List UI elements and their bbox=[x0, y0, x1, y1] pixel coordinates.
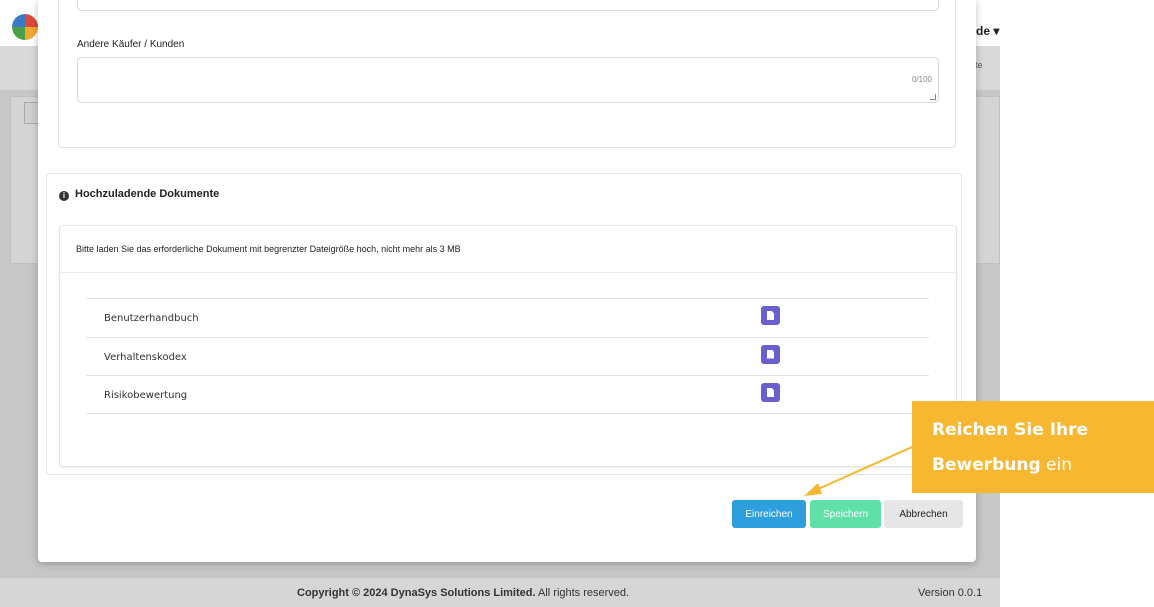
file-upload-icon[interactable] bbox=[761, 383, 780, 402]
callout-text: Reichen Sie Ihre Bewerbung ein bbox=[932, 413, 1142, 483]
form-panel: Andere Käufer / Kunden 0/100 bbox=[58, 0, 956, 148]
previous-field-input[interactable] bbox=[77, 0, 939, 11]
upload-info-text: Bitte laden Sie das erforderliche Dokume… bbox=[76, 244, 461, 254]
documents-section-title: i Hochzuladende Dokumente bbox=[59, 188, 219, 201]
divider bbox=[60, 272, 956, 273]
document-label: Verhaltenskodex bbox=[104, 351, 187, 363]
copyright-bold: Copyright © 2024 DynaSys Solutions Limit… bbox=[297, 587, 536, 599]
footer-copyright: Copyright © 2024 DynaSys Solutions Limit… bbox=[297, 587, 629, 599]
save-button[interactable]: Speichern bbox=[810, 500, 881, 528]
document-label: Risikobewertung bbox=[104, 390, 188, 401]
document-label: Benutzerhandbuch bbox=[104, 313, 199, 324]
file-upload-icon[interactable] bbox=[761, 344, 780, 364]
document-row-risikobewertung: Risikobewertung bbox=[86, 375, 929, 414]
info-icon: i bbox=[59, 191, 69, 201]
other-buyers-label: Andere Käufer / Kunden bbox=[77, 39, 185, 50]
resize-handle-icon[interactable] bbox=[930, 94, 936, 100]
character-counter: 0/100 bbox=[911, 75, 932, 84]
documents-panel: i Hochzuladende Dokumente Bitte laden Sie… bbox=[46, 173, 962, 475]
submit-button[interactable]: Einreichen bbox=[732, 500, 806, 528]
tutorial-callout: Reichen Sie Ihre Bewerbung ein bbox=[912, 401, 1154, 493]
footer-version: Version 0.0.1 bbox=[918, 587, 983, 599]
screen: de ▾ te Copyright © 2024 DynaSys Solutio… bbox=[0, 0, 1154, 607]
background-hint: te bbox=[975, 60, 983, 70]
footer: Copyright © 2024 DynaSys Solutions Limit… bbox=[0, 578, 1000, 607]
callout-normal-text: ein bbox=[1040, 455, 1073, 475]
copyright-rest: All rights reserved. bbox=[535, 587, 630, 599]
cancel-button[interactable]: Abbrechen bbox=[884, 500, 963, 528]
documents-title-text: Hochzuladende Dokumente bbox=[75, 188, 220, 200]
file-upload-icon[interactable] bbox=[761, 306, 780, 325]
document-list: Benutzerhandbuch Verhaltenskodex Risikob… bbox=[86, 298, 929, 414]
app-logo-icon[interactable] bbox=[12, 14, 38, 40]
other-buyers-textarea[interactable]: 0/100 bbox=[77, 57, 939, 103]
documents-inner-card: Bitte laden Sie das erforderliche Dokume… bbox=[59, 225, 957, 467]
language-label: de bbox=[976, 24, 991, 38]
document-row-benutzerhandbuch: Benutzerhandbuch bbox=[86, 298, 929, 337]
language-selector[interactable]: de ▾ bbox=[976, 24, 999, 38]
document-row-verhaltenskodex: Verhaltenskodex bbox=[86, 336, 929, 376]
application-modal: Andere Käufer / Kunden 0/100 i Hochzulade… bbox=[38, 0, 976, 562]
